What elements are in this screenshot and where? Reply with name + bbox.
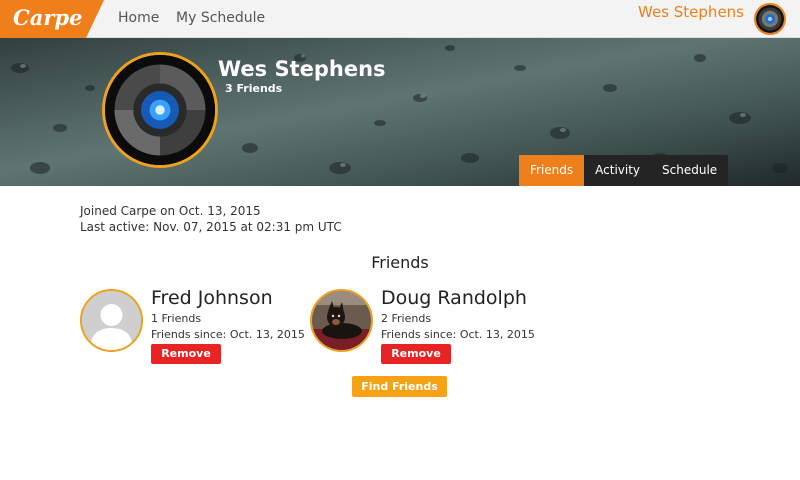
tab-schedule[interactable]: Schedule — [651, 155, 729, 186]
profile-info: Joined Carpe on Oct. 13, 2015 Last activ… — [80, 203, 342, 235]
profile-tabs: Friends Activity Schedule — [519, 155, 729, 186]
profile-banner: Wes Stephens 3 Friends Friends Activity … — [0, 38, 800, 186]
friend-card: Doug Randolph 2 Friends Friends since: O… — [310, 287, 540, 364]
friend-name[interactable]: Fred Johnson — [151, 287, 273, 309]
profile-avatar — [102, 52, 218, 168]
tab-activity[interactable]: Activity — [584, 155, 652, 186]
nav-my-schedule-link[interactable]: My Schedule — [176, 10, 265, 26]
remove-friend-button[interactable]: Remove — [151, 344, 221, 364]
friend-avatar[interactable] — [80, 289, 143, 352]
friend-name[interactable]: Doug Randolph — [381, 287, 527, 309]
carpe-logo[interactable]: Carpe — [0, 0, 104, 38]
robot-eye-avatar-icon — [756, 5, 784, 33]
find-friends-button[interactable]: Find Friends — [352, 376, 447, 397]
remove-friend-button[interactable]: Remove — [381, 344, 451, 364]
tab-friends[interactable]: Friends — [519, 155, 585, 186]
logo-text: Carpe — [13, 5, 83, 30]
friends-section-title: Friends — [371, 253, 429, 272]
friend-avatar[interactable] — [310, 289, 373, 352]
robot-eye-avatar-icon — [105, 55, 215, 165]
friend-card: Fred Johnson 1 Friends Friends since: Oc… — [80, 287, 310, 364]
joined-date: Joined Carpe on Oct. 13, 2015 — [80, 204, 261, 218]
friend-since: Friends since: Oct. 13, 2015 — [381, 328, 535, 341]
top-nav-bar: Carpe Home My Schedule Wes Stephens — [0, 0, 800, 38]
default-person-avatar-icon — [82, 291, 141, 350]
current-user-name[interactable]: Wes Stephens — [638, 3, 744, 21]
dog-photo-avatar-icon — [312, 291, 371, 350]
profile-friends-count: 3 Friends — [225, 82, 283, 95]
friend-friends-count: 1 Friends — [151, 312, 202, 325]
profile-name: Wes Stephens — [218, 57, 386, 81]
current-user-avatar[interactable] — [754, 3, 786, 35]
friend-since: Friends since: Oct. 13, 2015 — [151, 328, 305, 341]
friend-friends-count: 2 Friends — [381, 312, 432, 325]
last-active: Last active: Nov. 07, 2015 at 02:31 pm U… — [80, 220, 342, 234]
nav-home-link[interactable]: Home — [118, 10, 159, 26]
